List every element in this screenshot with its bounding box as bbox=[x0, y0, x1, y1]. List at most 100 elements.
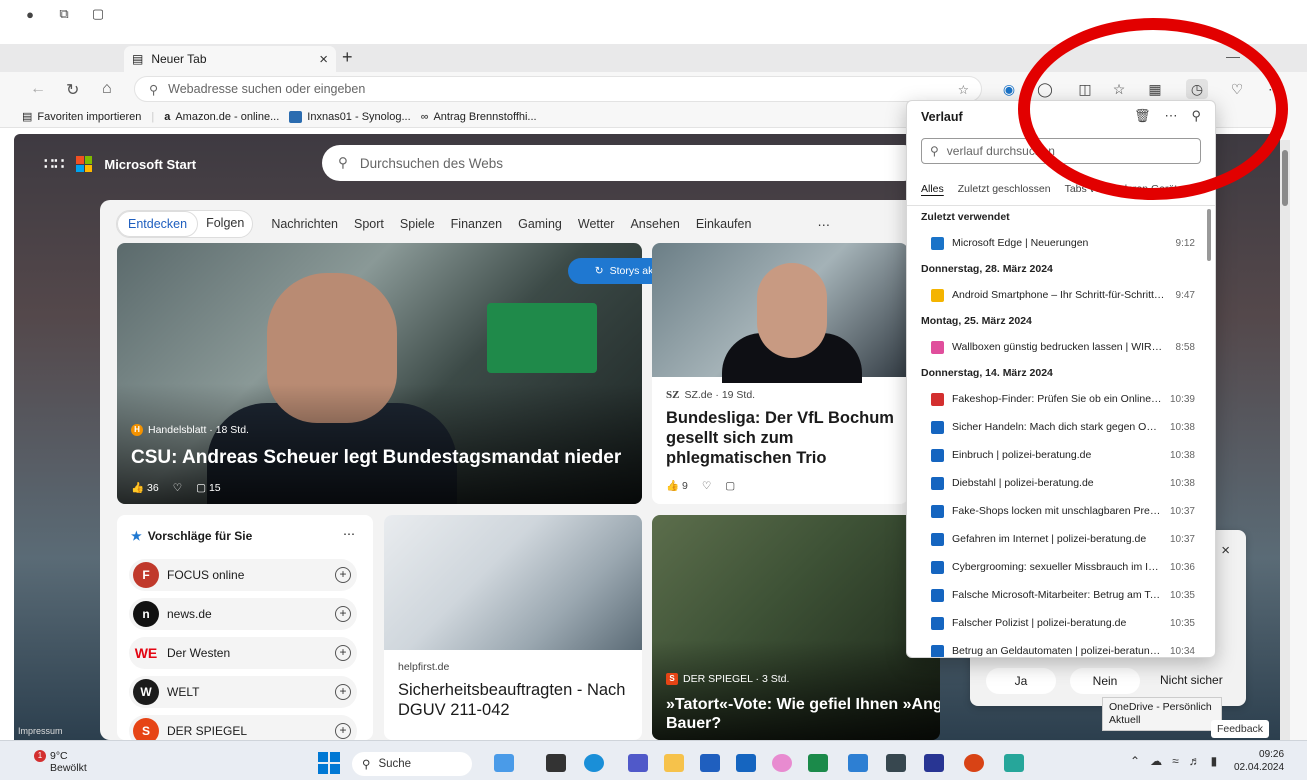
hero-article[interactable]: H Handelsblatt · 18 Std. CSU: Andreas Sc… bbox=[117, 243, 642, 504]
filter-all[interactable]: Alles bbox=[921, 183, 944, 195]
follow-plus-icon[interactable]: + bbox=[335, 645, 351, 661]
card2-headline[interactable]: Bundesliga: Der VfL Bochum gesellt sich … bbox=[666, 409, 902, 468]
page-scrollbar-thumb[interactable] bbox=[1282, 150, 1288, 206]
suggestion-spiegel[interactable]: S DER SPIEGEL + bbox=[129, 715, 357, 740]
survey-yes-button[interactable]: Ja bbox=[986, 668, 1056, 694]
follow-plus-icon[interactable]: + bbox=[335, 684, 351, 700]
tab-finanzen[interactable]: Finanzen bbox=[443, 212, 510, 236]
like-icon[interactable]: 👍 9 bbox=[666, 479, 688, 492]
survey-no-button[interactable]: Nein bbox=[1070, 668, 1140, 694]
history-item[interactable]: Fake-Shops locken mit unschlagbaren Prei… bbox=[907, 497, 1203, 525]
history-item[interactable]: Microsoft Edge | Neuerungen 9:12 bbox=[907, 229, 1203, 257]
reload-icon[interactable]: ↻ bbox=[66, 80, 79, 100]
battery-icon[interactable]: ▮ bbox=[1211, 754, 1218, 768]
tab-sport[interactable]: Sport bbox=[346, 212, 392, 236]
feedback-button[interactable]: Feedback bbox=[1211, 720, 1269, 738]
survey-unsure-button[interactable]: Nicht sicher bbox=[1160, 673, 1223, 687]
history-item[interactable]: Diebstahl | polizei-beratung.de 10:38 bbox=[907, 469, 1203, 497]
collections-icon[interactable]: ▦ bbox=[1144, 79, 1166, 99]
store-icon[interactable] bbox=[700, 754, 720, 772]
fav-synology[interactable]: Inxnas01 - Synolog... bbox=[289, 110, 411, 123]
history-item[interactable]: Android Smartphone – Ihr Schritt-für-Sch… bbox=[907, 281, 1203, 309]
onedrive-icon[interactable] bbox=[848, 754, 868, 772]
tab-gaming[interactable]: Gaming bbox=[510, 212, 570, 236]
volume-icon[interactable]: ♬ bbox=[1189, 754, 1201, 768]
more-options-icon[interactable]: ⋯ bbox=[343, 527, 355, 541]
tab-wetter[interactable]: Wetter bbox=[570, 212, 623, 236]
history-item[interactable]: Fakeshop-Finder: Prüfen Sie ob ein Onlin… bbox=[907, 385, 1203, 413]
powerpoint-icon[interactable] bbox=[964, 754, 984, 772]
page-scrollbar[interactable] bbox=[1280, 140, 1290, 740]
fav-import[interactable]: ▤ Favoriten importieren bbox=[22, 110, 141, 124]
history-item[interactable]: Falsche Microsoft-Mitarbeiter: Betrug am… bbox=[907, 581, 1203, 609]
like-icon[interactable]: 👍 36 bbox=[131, 481, 159, 494]
history-item[interactable]: Falscher Polizist | polizei-beratung.de 1… bbox=[907, 609, 1203, 637]
chevron-up-icon[interactable]: ⌃ bbox=[1130, 754, 1140, 768]
more-options-icon[interactable]: ⋯ bbox=[1164, 108, 1177, 124]
comment-icon[interactable]: ▢ 15 bbox=[196, 482, 221, 494]
app-icon[interactable] bbox=[1004, 754, 1024, 772]
tab-new-tab[interactable]: ▤ Neuer Tab × bbox=[124, 46, 336, 72]
home-icon[interactable]: ⌂ bbox=[102, 80, 112, 98]
tab-ansehen[interactable]: Ansehen bbox=[622, 212, 687, 236]
filter-other-devices[interactable]: Tabs von anderen Geräten bbox=[1065, 183, 1189, 195]
cloud-icon[interactable]: ☁ bbox=[1150, 754, 1162, 768]
history-item[interactable]: Gefahren im Internet | polizei-beratung.… bbox=[907, 525, 1203, 553]
taskbar-clock[interactable]: 09:26 02.04.2024 bbox=[1234, 748, 1284, 774]
taskbar-search[interactable]: ⚲ Suche bbox=[352, 752, 472, 776]
more-options-icon[interactable]: ⋯ bbox=[1264, 79, 1286, 99]
media-player-icon[interactable] bbox=[772, 754, 792, 772]
teams-icon[interactable] bbox=[628, 754, 648, 772]
weather-widget[interactable]: 1 9°C Bewölkt bbox=[34, 750, 87, 774]
suggestion-derwesten[interactable]: WE Der Westen + bbox=[129, 637, 357, 669]
article-card-bundesliga[interactable]: SZ SZ.de · 19 Std. Bundesliga: Der VfL B… bbox=[652, 243, 908, 504]
article-card-tatort[interactable]: S DER SPIEGEL · 3 Std. »Tatort«-Vote: Wi… bbox=[652, 515, 940, 740]
history-item[interactable]: Betrug an Geldautomaten | polizei-beratu… bbox=[907, 637, 1203, 657]
favorite-star-icon[interactable]: ☆ bbox=[958, 82, 969, 97]
history-icon[interactable]: ◷ bbox=[1186, 79, 1208, 99]
pin-icon[interactable]: ⚲ bbox=[1191, 108, 1201, 124]
fav-antrag[interactable]: ∞ Antrag Brennstoffhi... bbox=[421, 111, 537, 123]
close-tab-icon[interactable]: × bbox=[319, 51, 328, 68]
history-scrollbar-thumb[interactable] bbox=[1207, 209, 1211, 261]
hero-headline[interactable]: CSU: Andreas Scheuer legt Bundestagsmand… bbox=[131, 447, 641, 470]
mail-icon[interactable] bbox=[736, 754, 756, 772]
remote-desktop-icon[interactable] bbox=[886, 754, 906, 772]
history-item[interactable]: Einbruch | polizei-beratung.de 10:38 bbox=[907, 441, 1203, 469]
new-tab-button[interactable]: + bbox=[342, 47, 353, 68]
wifi-icon[interactable]: ≈ bbox=[1172, 754, 1179, 768]
minimize-icon[interactable]: — bbox=[1226, 48, 1240, 64]
suggestion-focus[interactable]: F FOCUS online + bbox=[129, 559, 357, 591]
history-item[interactable]: Sicher Handeln: Mach dich stark gegen On… bbox=[907, 413, 1203, 441]
article-card-helpfirst[interactable]: helpfirst.de Sicherheitsbeauftragten - N… bbox=[384, 515, 642, 740]
tab-nachrichten[interactable]: Nachrichten bbox=[263, 212, 346, 236]
app-icon[interactable] bbox=[924, 754, 944, 772]
favorites-icon[interactable]: ☆ bbox=[1108, 79, 1130, 99]
tab-folgen[interactable]: Folgen bbox=[198, 211, 252, 237]
card4-headline[interactable]: »Tatort«-Vote: Wie gefiel Ihnen »Angst i… bbox=[666, 695, 940, 733]
impressum-link[interactable]: Impressum bbox=[18, 726, 63, 736]
profile-icon[interactable]: ● bbox=[22, 6, 38, 22]
split-screen-icon[interactable]: ◫ bbox=[1074, 79, 1096, 99]
dislike-icon[interactable]: ♡ bbox=[173, 482, 182, 494]
suggestion-welt[interactable]: W WELT + bbox=[129, 676, 357, 708]
comment-icon[interactable]: ▢ bbox=[725, 480, 735, 492]
calculator-icon[interactable] bbox=[808, 754, 828, 772]
web-search-input[interactable]: ⚲ Durchsuchen des Webs bbox=[322, 145, 922, 181]
trash-icon[interactable]: 🗑 bbox=[1134, 108, 1151, 124]
edge-icon[interactable] bbox=[584, 754, 604, 772]
back-icon[interactable]: ← bbox=[30, 80, 46, 98]
apps-grid-icon[interactable]: ∷∷ bbox=[44, 154, 64, 174]
performance-icon[interactable]: ♡ bbox=[1226, 79, 1248, 99]
address-bar[interactable]: ⚲ Webadresse suchen oder eingeben ☆ bbox=[134, 76, 982, 102]
tab-einkaufen[interactable]: Einkaufen bbox=[688, 212, 760, 236]
workspaces-icon[interactable]: ⧉ bbox=[56, 6, 72, 22]
file-explorer-icon[interactable] bbox=[664, 754, 684, 772]
more-tabs-icon[interactable]: ⋯ bbox=[809, 212, 838, 237]
dislike-icon[interactable]: ♡ bbox=[702, 480, 711, 492]
tab-spiele[interactable]: Spiele bbox=[392, 212, 443, 236]
card3-headline[interactable]: Sicherheitsbeauftragten - Nach DGUV 211-… bbox=[398, 681, 634, 721]
windows-start-icon[interactable] bbox=[318, 752, 340, 774]
history-item[interactable]: Wallboxen günstig bedrucken lassen | WIR… bbox=[907, 333, 1203, 361]
tab-actions-icon[interactable]: ▢ bbox=[90, 6, 106, 22]
